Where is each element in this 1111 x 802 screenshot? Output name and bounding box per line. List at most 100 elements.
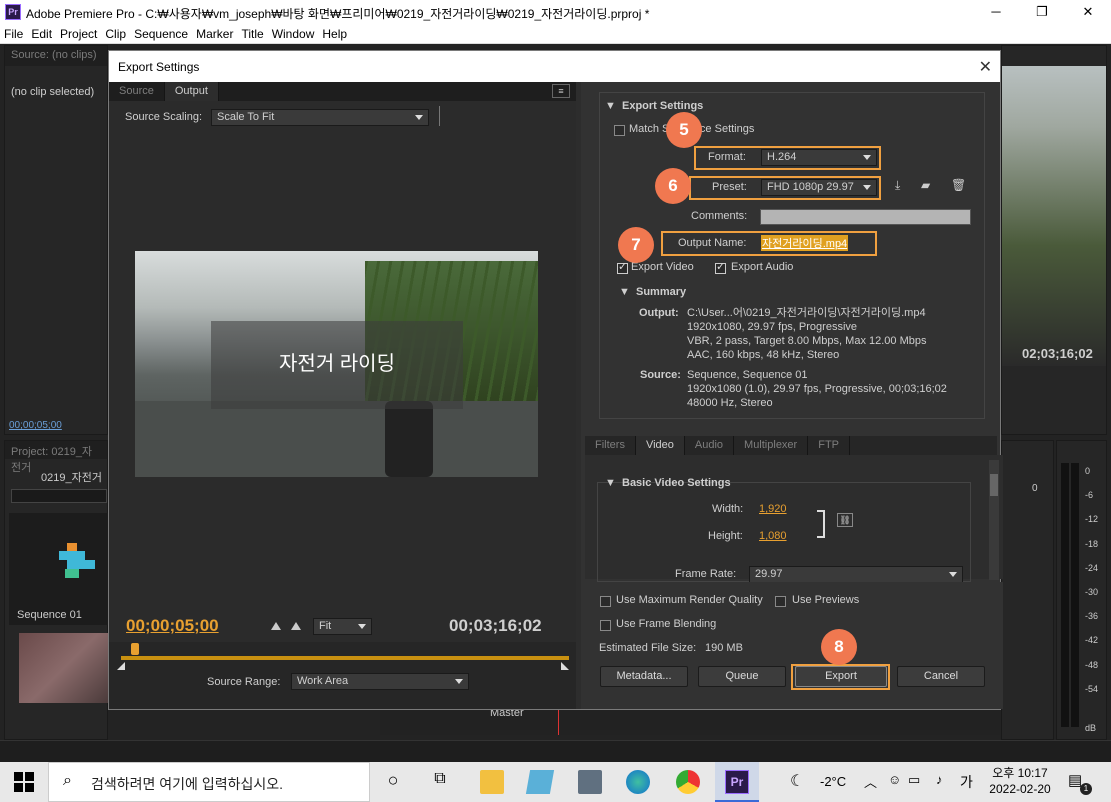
source-scaling-dropdown[interactable]: Scale To Fit xyxy=(211,109,429,126)
menu-edit[interactable]: Edit xyxy=(27,24,56,41)
panel-menu-icon[interactable]: ≡ xyxy=(552,84,570,98)
cancel-button[interactable]: Cancel xyxy=(897,666,985,687)
tray-chevron-icon[interactable]: ︿ xyxy=(864,772,877,791)
settings-scrollbar[interactable] xyxy=(989,460,999,580)
dialog-close-icon[interactable]: ✕ xyxy=(979,57,992,77)
current-timecode[interactable]: 00;00;05;00 xyxy=(126,616,219,636)
divider xyxy=(439,106,440,126)
premiere-app-icon: Pr xyxy=(5,4,21,20)
cortana-icon[interactable]: ○ xyxy=(381,770,405,794)
dialog-title: Export Settings xyxy=(118,60,200,74)
project-tab[interactable]: Project: 0219_자전거 xyxy=(5,441,107,474)
weather-temp[interactable]: -2°C xyxy=(820,774,846,789)
clip-thumbnail[interactable] xyxy=(19,633,109,703)
source-timecode[interactable]: 00;00;05;00 xyxy=(9,420,62,431)
menu-clip[interactable]: Clip xyxy=(101,24,130,41)
save-preset-icon[interactable]: ⤓ xyxy=(895,178,909,192)
work-area-bar[interactable] xyxy=(121,656,569,660)
frame-rate-label: Frame Rate: xyxy=(675,568,737,580)
tab-audio[interactable]: Audio xyxy=(685,436,735,455)
zoom-fit-dropdown[interactable]: Fit xyxy=(313,618,372,635)
taskbar-search-box[interactable]: ⌕ 검색하려면 여기에 입력하십시오. xyxy=(48,762,370,802)
menu-project[interactable]: Project xyxy=(56,24,101,41)
chevron-down-icon xyxy=(863,185,871,190)
export-video-checkbox[interactable]: ✓ xyxy=(617,261,628,274)
delete-preset-icon[interactable]: 🗑 xyxy=(951,178,966,192)
taskbar-clock[interactable]: 오후 10:17 2022-02-20 xyxy=(980,765,1060,797)
file-explorer-icon[interactable] xyxy=(480,770,504,794)
frame-rate-dropdown[interactable]: 29.97 xyxy=(749,566,963,583)
windows-taskbar: ⌕ 검색하려면 여기에 입력하십시오. ○ ⧉ Pr ☾ -2°C ︿ ☺ ▭ … xyxy=(0,762,1111,802)
import-preset-icon[interactable]: ▰ xyxy=(921,178,937,192)
tab-multiplexer[interactable]: Multiplexer xyxy=(734,436,809,455)
calculator-icon[interactable] xyxy=(578,770,602,794)
basic-video-header[interactable]: ▼ Basic Video Settings xyxy=(605,477,731,489)
window-title: Adobe Premiere Pro - C:₩사용자₩vm_joseph₩바탕… xyxy=(26,7,650,21)
export-button[interactable]: Export xyxy=(795,666,887,687)
menu-marker[interactable]: Marker xyxy=(192,24,237,41)
queue-button[interactable]: Queue xyxy=(698,666,786,687)
window-title-bar: Pr Adobe Premiere Pro - C:₩사용자₩vm_joseph… xyxy=(0,0,1111,24)
tab-video[interactable]: Video xyxy=(635,436,685,455)
clock-date: 2022-02-20 xyxy=(989,782,1051,796)
clock-time: 오후 10:17 xyxy=(992,766,1048,780)
in-point-handle[interactable] xyxy=(117,662,125,670)
match-sequence-checkbox[interactable] xyxy=(614,125,625,136)
menu-sequence[interactable]: Sequence xyxy=(130,24,192,41)
out-point-handle[interactable] xyxy=(561,662,569,670)
settings-pane: ▼ Export Settings Match Sequence Setting… xyxy=(581,82,1003,709)
summary-source-label: Source: xyxy=(640,369,681,381)
playhead-marker[interactable] xyxy=(131,643,139,655)
maximize-button[interactable]: ❐ xyxy=(1019,0,1065,24)
tab-source[interactable]: Source xyxy=(109,82,165,101)
comments-input[interactable] xyxy=(760,209,971,225)
meter-db-label: dB xyxy=(1085,723,1097,733)
menu-bar: File Edit Project Clip Sequence Marker Title Wi… xyxy=(0,24,1111,44)
menu-help[interactable]: Help xyxy=(318,24,351,41)
use-previews-checkbox[interactable] xyxy=(775,596,786,607)
menu-window[interactable]: Window xyxy=(268,24,319,41)
height-value[interactable]: 1,080 xyxy=(759,530,787,542)
tray-people-icon[interactable]: ☺ xyxy=(888,772,901,787)
notes-app-icon[interactable] xyxy=(525,770,555,794)
width-label: Width: xyxy=(712,503,744,515)
metadata-button[interactable]: Metadata... xyxy=(600,666,688,687)
max-render-checkbox[interactable] xyxy=(600,596,611,607)
width-value[interactable]: 1,920 xyxy=(759,503,787,515)
source-range-dropdown[interactable]: Work Area xyxy=(291,673,469,690)
link-icon[interactable]: ⛓ xyxy=(837,513,853,527)
tab-filters[interactable]: Filters xyxy=(585,436,636,455)
tab-output[interactable]: Output xyxy=(164,82,219,101)
summary-source-values: Sequence, Sequence 01 1920x1080 (1.0), 29… xyxy=(687,369,947,409)
tab-ftp[interactable]: FTP xyxy=(808,436,850,455)
ime-indicator[interactable]: 가 xyxy=(960,772,973,792)
minimize-button[interactable]: ─ xyxy=(973,0,1019,24)
road-graphic xyxy=(135,401,538,477)
preview-tabs: Source Output ≡ xyxy=(109,82,576,101)
step-badge-5: 5 xyxy=(666,112,702,148)
dialog-title-bar: Export Settings ✕ xyxy=(109,51,1000,82)
summary-header[interactable]: ▼ Summary xyxy=(619,286,686,298)
format-dropdown[interactable]: H.264 xyxy=(761,149,877,166)
windows-start-icon[interactable] xyxy=(14,772,34,792)
preset-dropdown[interactable]: FHD 1080p 29.97 xyxy=(761,179,877,196)
set-in-point-icon[interactable] xyxy=(271,622,281,630)
menu-file[interactable]: File xyxy=(0,24,27,41)
frame-blending-checkbox[interactable] xyxy=(600,620,611,631)
source-tab[interactable]: Source: (no clips) xyxy=(5,46,107,66)
menu-title[interactable]: Title xyxy=(237,24,267,41)
set-out-point-icon[interactable] xyxy=(291,622,301,630)
output-name-link[interactable]: 자전거라이딩.mp4 xyxy=(761,235,849,251)
network-icon[interactable]: ▭ xyxy=(908,772,920,788)
close-window-button[interactable]: ✕ xyxy=(1065,0,1111,24)
chrome-browser-icon[interactable] xyxy=(676,770,700,794)
premiere-taskbar-button[interactable]: Pr xyxy=(715,762,759,802)
volume-icon[interactable]: ♪ xyxy=(936,772,943,787)
export-audio-checkbox[interactable]: ✓ xyxy=(715,261,726,274)
project-search-input[interactable] xyxy=(11,489,107,503)
edge-browser-icon[interactable] xyxy=(626,770,650,794)
task-view-icon[interactable]: ⧉ xyxy=(428,770,452,794)
status-bar xyxy=(0,740,1111,762)
preset-label: Preset: xyxy=(712,181,747,193)
export-settings-header[interactable]: ▼ Export Settings xyxy=(605,100,703,112)
